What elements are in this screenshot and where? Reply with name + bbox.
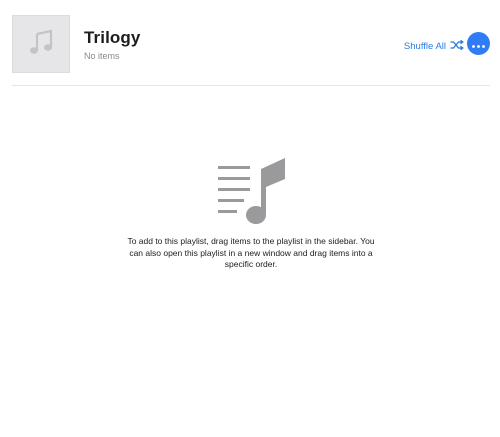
playlist-note-icon	[217, 157, 287, 227]
empty-playlist-message: To add to this playlist, drag items to t…	[127, 236, 375, 269]
playlist-artwork[interactable]	[12, 15, 70, 73]
more-options-button[interactable]	[467, 32, 490, 55]
playlist-item-count: No items	[84, 51, 120, 61]
ellipsis-icon	[472, 35, 485, 53]
playlist-title: Trilogy	[84, 28, 141, 47]
shuffle-icon	[450, 37, 464, 55]
shuffle-all-label: Shuffle All	[403, 40, 446, 52]
music-note-icon	[28, 28, 54, 61]
shuffle-all-button[interactable]: Shuffle All	[404, 37, 464, 55]
playlist-page: Trilogy No items Shuffle All To add to t…	[0, 0, 500, 437]
playlist-header: Trilogy No items Shuffle All	[12, 15, 490, 73]
header-divider	[12, 85, 490, 86]
